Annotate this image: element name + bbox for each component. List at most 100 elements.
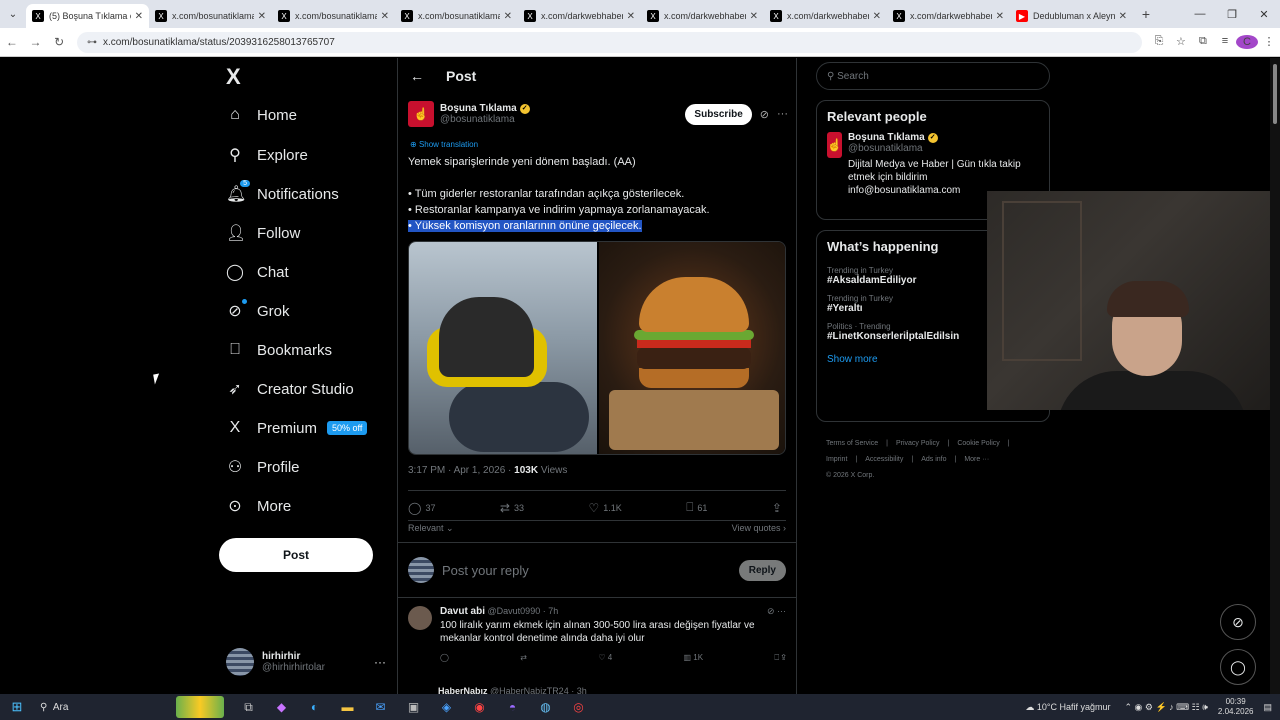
forward-icon[interactable]: →	[24, 35, 48, 49]
relevant-person[interactable]: ☝ Boşuna Tıklama ✓ @bosunatiklama Dijital…	[817, 132, 1049, 197]
grok-explain-icon[interactable]: ⊘	[760, 108, 769, 121]
url-field[interactable]: ⊶ x.com/bosunatiklama/status/20393162580…	[76, 31, 1142, 53]
copilot-icon[interactable]: ◆	[265, 700, 298, 715]
footer-link[interactable]: © 2026 X Corp.	[826, 472, 874, 479]
post-time[interactable]: 3:17 PM · Apr 1, 2026 ·	[408, 465, 514, 476]
weather-icon[interactable]: ☁	[1025, 702, 1034, 713]
taskbar-search[interactable]: ⚲ Ara	[34, 694, 224, 720]
weather-text[interactable]: 10°C Hafif yağmur	[1037, 702, 1111, 712]
burger-photo[interactable]	[599, 242, 785, 454]
minimize-icon[interactable]: —	[1184, 8, 1216, 20]
back-arrow-icon[interactable]: ←	[410, 68, 424, 84]
close-tab-icon[interactable]: ✕	[504, 11, 512, 22]
star-icon[interactable]: ☆	[1170, 35, 1192, 49]
reply-input[interactable]: Post your reply	[442, 563, 529, 578]
post-media[interactable]	[408, 241, 786, 455]
reply-more-icon[interactable]: ⊘ ···	[767, 606, 786, 617]
reply-button[interactable]: Reply	[738, 559, 786, 581]
browser-tab[interactable]: Xx.com/darkwebhaber ✕	[518, 4, 641, 28]
reply-icon[interactable]: ◯	[440, 653, 449, 663]
page-scrollbar[interactable]	[1270, 58, 1280, 694]
footer-link[interactable]: More ···	[964, 456, 989, 463]
courier-photo[interactable]	[409, 242, 597, 454]
grok-fab-icon[interactable]: ⊘	[1220, 604, 1256, 640]
nav-item-home[interactable]: ⌂ Home	[226, 100, 297, 130]
reload-icon[interactable]: ↻	[47, 35, 71, 49]
close-tab-icon[interactable]: ✕	[996, 11, 1004, 22]
close-tab-icon[interactable]: ✕	[750, 11, 758, 22]
footer-link[interactable]: Accessibility	[865, 456, 903, 463]
chat-fab-icon[interactable]: ◯	[1220, 649, 1256, 685]
browser-tab[interactable]: Xx.com/darkwebhaber ✕	[641, 4, 764, 28]
browser-tab[interactable]: Xx.com/darkwebhaber ✕	[887, 4, 1010, 28]
nav-item-follow[interactable]: 👤︎ Follow	[226, 218, 300, 248]
browser-tab[interactable]: ▶ Dedubluman x Aleyna ✕	[1010, 4, 1133, 28]
sort-dropdown[interactable]: Relevant ⌄	[408, 522, 454, 534]
footer-link[interactable]: Ads info	[921, 456, 946, 463]
footer-link[interactable]: Terms of Service	[826, 440, 878, 447]
edge-icon[interactable]: ◐	[298, 700, 331, 715]
steam-icon[interactable]: ◍	[529, 700, 562, 715]
author-name[interactable]: Boşuna Tıklama	[440, 103, 517, 114]
browser-tab[interactable]: Xx.com/darkwebhaber ✕	[764, 4, 887, 28]
show-translation-link[interactable]: ⊕ Show translation	[410, 140, 478, 149]
account-more-icon[interactable]: ···	[374, 655, 386, 669]
close-tab-icon[interactable]: ✕	[627, 11, 635, 22]
app-icon[interactable]: ◈	[430, 700, 463, 715]
author-avatar[interactable]: ☝	[408, 101, 434, 127]
notification-center-icon[interactable]: ▤	[1263, 702, 1272, 713]
browser-tab[interactable]: Xx.com/bosunatiklama ✕	[149, 4, 272, 28]
install-app-icon[interactable]: ⎘	[1148, 35, 1170, 49]
close-tab-icon[interactable]: ✕	[1119, 11, 1127, 22]
x-logo[interactable]: X	[226, 64, 241, 90]
person-avatar[interactable]: ☝	[827, 132, 842, 158]
reply-action[interactable]: ◯ 37	[408, 500, 435, 515]
browser-tab[interactable]: X (5) Boşuna Tıklama o ✕	[26, 4, 149, 28]
nav-item-premium[interactable]: X Premium 50% off	[226, 413, 368, 443]
tab-search-icon[interactable]: ⌄	[0, 0, 26, 28]
author-handle[interactable]: @bosunatiklama	[440, 114, 530, 125]
nav-item-creator-studio[interactable]: ➶ Creator Studio	[226, 374, 353, 404]
search-input[interactable]: ⚲ Search	[816, 62, 1050, 90]
restore-icon[interactable]: ❐	[1216, 8, 1248, 21]
repost-icon[interactable]: ⇄	[520, 653, 527, 663]
discord-icon[interactable]: ◓	[496, 700, 529, 715]
nav-item-more[interactable]: ⊙ More	[226, 491, 291, 521]
view-quotes-link[interactable]: View quotes ›	[732, 522, 786, 534]
close-tab-icon[interactable]: ✕	[873, 11, 881, 22]
close-tab-icon[interactable]: ✕	[258, 11, 266, 22]
nav-item-notifications[interactable]: 🔔︎ 5 Notifications	[226, 179, 339, 209]
file-explorer-icon[interactable]: ▬	[331, 700, 364, 715]
avatar[interactable]	[408, 606, 432, 630]
footer-link[interactable]: Privacy Policy	[896, 440, 940, 447]
nav-item-explore[interactable]: ⚲ Explore	[226, 140, 308, 170]
share-action[interactable]: ⇪	[772, 500, 786, 515]
repost-action[interactable]: ⇄ 33	[500, 500, 524, 515]
store-icon[interactable]: ▣	[397, 700, 430, 715]
footer-link[interactable]: Cookie Policy	[957, 440, 999, 447]
nav-item-chat[interactable]: ◯ Chat	[226, 257, 289, 287]
bookmark-action[interactable]: ⎕ 61	[686, 500, 707, 515]
clock[interactable]: 00:39 2.04.2026	[1218, 697, 1254, 717]
nav-item-bookmarks[interactable]: ⎕ Bookmarks	[226, 335, 332, 365]
nav-item-profile[interactable]: ⚇ Profile	[226, 452, 300, 482]
post-button[interactable]: Post	[219, 538, 373, 572]
close-window-icon[interactable]: ✕	[1248, 8, 1280, 21]
like-action[interactable]: ♡ 4	[598, 653, 612, 663]
post-more-icon[interactable]: ···	[777, 108, 788, 120]
close-tab-icon[interactable]: ✕	[135, 11, 143, 22]
browser-tab[interactable]: Xx.com/bosunatiklama ✕	[395, 4, 518, 28]
outlook-icon[interactable]: ✉	[364, 700, 397, 715]
reply-item[interactable]: Davut abi @Davut0990 · 7h ⊘ ··· 100 lira…	[408, 606, 786, 663]
task-view-icon[interactable]: ⧉	[232, 700, 265, 715]
browser-tab[interactable]: Xx.com/bosunatiklama ✕	[272, 4, 395, 28]
site-info-icon[interactable]: ⊶	[87, 37, 97, 48]
bookmark-icon[interactable]: ⎕ ⇪	[774, 653, 786, 663]
profile-avatar[interactable]: C	[1235, 35, 1258, 49]
tray-icons[interactable]: ⌃ ◉ ⚙ ⚡ ♪ ⌨ ☷ 🕪︎	[1124, 702, 1207, 713]
extensions-icon[interactable]: ⧉	[1192, 35, 1214, 49]
account-switcher[interactable]: hirhirhir @hirhirhirtolar ···	[226, 648, 396, 676]
reply-author[interactable]: Davut abi	[440, 606, 485, 617]
obs-icon[interactable]: ◎	[562, 700, 595, 715]
browser-menu-icon[interactable]: ⋮	[1258, 35, 1280, 49]
